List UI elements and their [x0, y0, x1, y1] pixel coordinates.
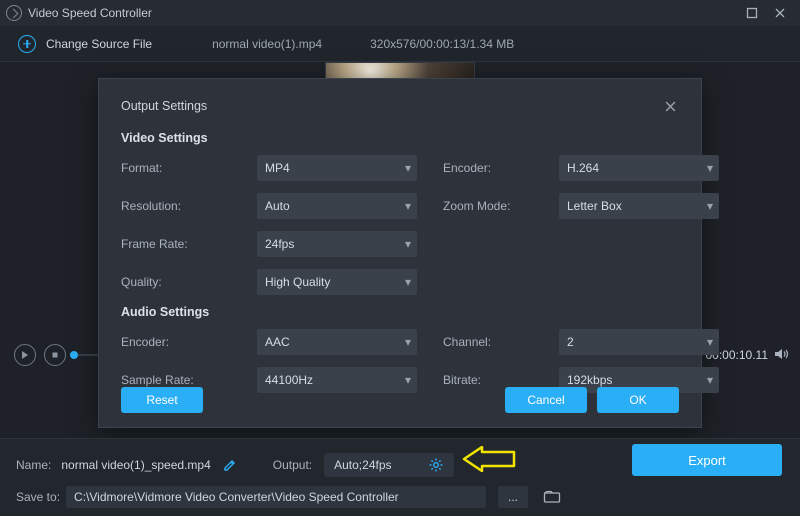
reset-button[interactable]: Reset [121, 387, 203, 413]
app-logo-icon [6, 5, 22, 21]
bitrate-label: Bitrate: [443, 373, 533, 387]
audio-settings-heading: Audio Settings [121, 305, 679, 319]
encoder-audio-select[interactable]: AAC ▾ [257, 329, 417, 355]
channel-select[interactable]: 2▾ [559, 329, 719, 355]
app-title: Video Speed Controller [28, 6, 152, 20]
player-controls [14, 344, 66, 366]
chevron-down-icon: ▾ [405, 335, 411, 349]
output-preset-field[interactable]: Auto;24fps [324, 453, 454, 477]
framerate-value: 24fps [265, 237, 294, 251]
window-maximize-button[interactable] [740, 4, 764, 22]
zoom-value: Letter Box [567, 199, 622, 213]
encoder-video-select[interactable]: H.264 ▾ [559, 155, 719, 181]
output-label: Output: [273, 458, 312, 472]
add-icon[interactable] [18, 35, 36, 53]
resolution-label: Resolution: [121, 199, 231, 213]
browse-button[interactable]: ... [498, 486, 528, 508]
window-close-button[interactable] [768, 4, 792, 22]
stop-button[interactable] [44, 344, 66, 366]
chevron-down-icon: ▾ [405, 161, 411, 175]
play-button[interactable] [14, 344, 36, 366]
cancel-button[interactable]: Cancel [505, 387, 587, 413]
channel-label: Channel: [443, 335, 533, 349]
encoder-video-label: Encoder: [443, 161, 533, 175]
output-preset-value: Auto;24fps [334, 458, 391, 472]
encoder-audio-label: Encoder: [121, 335, 231, 349]
chevron-down-icon: ▾ [707, 161, 713, 175]
encoder-video-value: H.264 [567, 161, 599, 175]
dialog-title: Output Settings [121, 99, 207, 113]
chevron-down-icon: ▾ [707, 373, 713, 387]
channel-value: 2 [567, 335, 574, 349]
chevron-down-icon: ▾ [405, 237, 411, 251]
format-select[interactable]: MP4 ▾ [257, 155, 417, 181]
source-meta: 320x576/00:00:13/1.34 MB [370, 37, 514, 51]
output-settings-gear-icon[interactable] [428, 457, 444, 473]
export-button[interactable]: Export [632, 444, 782, 476]
bottom-panel: Name: normal video(1)_speed.mp4 Output: … [0, 438, 800, 516]
titlebar: Video Speed Controller [0, 0, 800, 26]
video-settings-heading: Video Settings [121, 131, 679, 145]
chevron-down-icon: ▾ [707, 199, 713, 213]
dialog-close-button[interactable] [661, 97, 679, 115]
chevron-down-icon: ▾ [405, 275, 411, 289]
encoder-audio-value: AAC [265, 335, 290, 349]
chevron-down-icon: ▾ [405, 199, 411, 213]
zoom-label: Zoom Mode: [443, 199, 533, 213]
source-filename: normal video(1).mp4 [212, 37, 322, 51]
framerate-select[interactable]: 24fps ▾ [257, 231, 417, 257]
bitrate-value: 192kbps [567, 373, 612, 387]
chevron-down-icon: ▾ [707, 335, 713, 349]
quality-value: High Quality [265, 275, 330, 289]
samplerate-value: 44100Hz [265, 373, 313, 387]
rename-button[interactable] [223, 458, 237, 472]
saveto-value: C:\Vidmore\Vidmore Video Converter\Video… [74, 490, 399, 504]
topbar: Change Source File normal video(1).mp4 3… [0, 26, 800, 62]
ok-button[interactable]: OK [597, 387, 679, 413]
framerate-label: Frame Rate: [121, 237, 231, 251]
name-label: Name: [16, 458, 51, 472]
saveto-path[interactable]: C:\Vidmore\Vidmore Video Converter\Video… [66, 486, 486, 508]
resolution-value: Auto [265, 199, 290, 213]
quality-label: Quality: [121, 275, 231, 289]
output-settings-dialog: Output Settings Video Settings Format: M… [98, 78, 702, 428]
zoom-select[interactable]: Letter Box ▾ [559, 193, 719, 219]
timeline-knob[interactable] [70, 351, 78, 359]
saveto-label: Save to: [16, 490, 60, 504]
change-source-link[interactable]: Change Source File [46, 37, 152, 51]
format-label: Format: [121, 161, 231, 175]
samplerate-label: Sample Rate: [121, 373, 231, 387]
format-value: MP4 [265, 161, 290, 175]
open-folder-button[interactable] [538, 486, 566, 508]
resolution-select[interactable]: Auto ▾ [257, 193, 417, 219]
quality-select[interactable]: High Quality ▾ [257, 269, 417, 295]
chevron-down-icon: ▾ [405, 373, 411, 387]
volume-icon[interactable] [774, 347, 790, 361]
output-filename: normal video(1)_speed.mp4 [61, 458, 210, 472]
